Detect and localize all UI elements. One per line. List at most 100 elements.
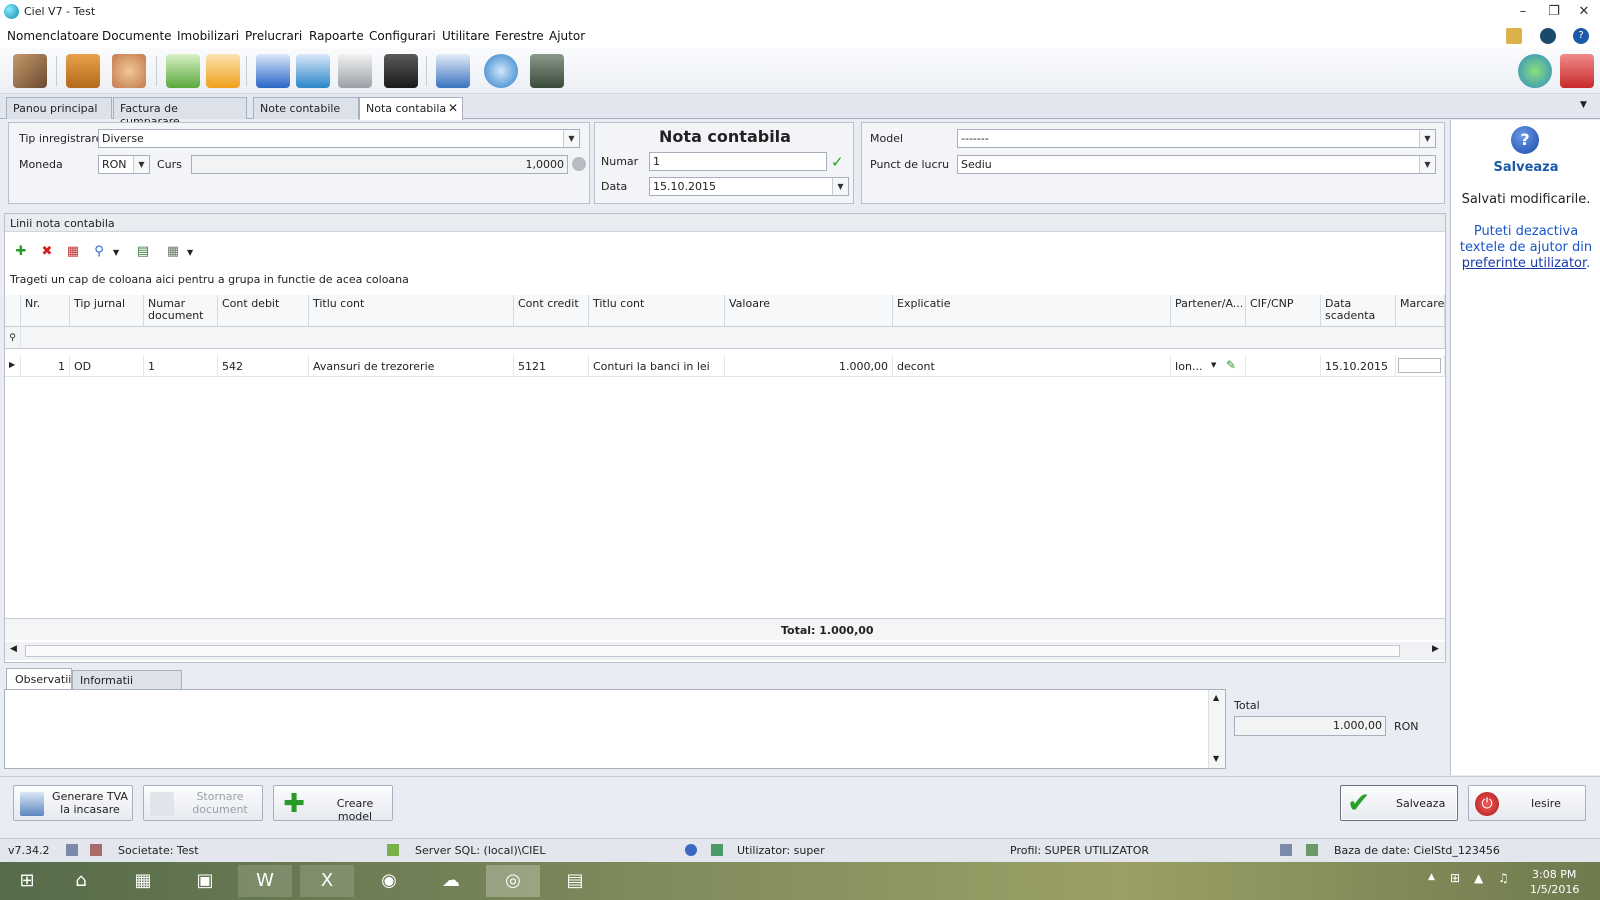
filter-icon[interactable]: ⚲ (5, 327, 21, 349)
edit-pencil-icon[interactable]: ✎ (1226, 358, 1236, 372)
volume-muted-icon[interactable]: ♫ (1498, 871, 1509, 885)
cell-cont-credit[interactable]: 5121 (514, 355, 589, 377)
cell-valoare[interactable]: 1.000,00 (725, 355, 893, 377)
sync-icon[interactable] (296, 54, 330, 88)
check-icon[interactable]: ✓ (831, 153, 844, 171)
users-icon[interactable] (112, 54, 146, 88)
tab-factura-cumparare[interactable]: Factura de cumparare (113, 97, 247, 128)
home-icon[interactable]: ⌂ (54, 865, 108, 897)
scroll-right-icon[interactable]: ▶ (1432, 644, 1439, 654)
add-row-icon[interactable]: ✚ (13, 244, 29, 260)
creare-model-button[interactable]: ✚ Creare model (273, 785, 393, 823)
delete-all-rows-icon[interactable]: ▦ (65, 244, 81, 260)
chevron-down-icon[interactable]: ▼ (187, 248, 193, 257)
cell-titlu-cont-debit[interactable]: Avansuri de trezorerie (309, 355, 514, 377)
cloud-app-icon[interactable]: ☁ (424, 865, 478, 897)
horizontal-scrollbar[interactable]: ◀ ▶ (5, 642, 1445, 660)
rate-info-icon[interactable] (572, 157, 586, 171)
excel-icon[interactable]: X (300, 865, 354, 897)
clock-time[interactable]: 3:08 PM (1532, 868, 1576, 881)
delete-row-icon[interactable]: ✖ (39, 244, 55, 260)
col-cont-debit[interactable]: Cont debit (218, 295, 309, 327)
save-button[interactable]: ✔ Salveaza (1340, 785, 1458, 821)
upload-icon[interactable] (256, 54, 290, 88)
cell-marcare[interactable] (1396, 355, 1445, 377)
tray-windows-icon[interactable]: ⊞ (1450, 871, 1460, 885)
punct-lucru-select[interactable]: Sediu ▼ (957, 155, 1436, 174)
menu-prelucrari[interactable]: Prelucrari (245, 29, 302, 43)
computer-icon[interactable]: ▣ (178, 865, 232, 897)
chevron-down-icon[interactable]: ▼ (113, 248, 119, 257)
col-titlu-cont-debit[interactable]: Titlu cont (309, 295, 514, 327)
preferinte-link[interactable]: preferinte utilizator (1462, 256, 1586, 271)
cell-data-scadenta[interactable]: 15.10.2015 (1321, 355, 1396, 377)
export-icon[interactable] (206, 54, 240, 88)
menu-rapoarte[interactable]: Rapoarte (309, 29, 364, 43)
col-numar-document[interactable]: Numar document (144, 295, 218, 327)
cash-register-icon[interactable] (338, 54, 372, 88)
chat-icon[interactable] (1518, 54, 1552, 88)
cell-titlu-cont-credit[interactable]: Conturi la banci in lei (589, 355, 725, 377)
scroll-left-icon[interactable]: ◀ (10, 644, 17, 654)
scroll-down-icon[interactable]: ▼ (1213, 754, 1219, 763)
clock-date[interactable]: 1/5/2016 (1530, 883, 1579, 896)
menu-ajutor[interactable]: Ajutor (549, 29, 585, 43)
cell-nr[interactable]: 1 (21, 355, 70, 377)
tip-inregistrare-select[interactable]: Diverse ▼ (98, 129, 580, 148)
tab-panou-principal[interactable]: Panou principal (6, 97, 112, 119)
generare-tva-button[interactable]: Generare TVA la incasare (13, 785, 133, 821)
cell-tip-jurnal[interactable]: OD (70, 355, 144, 377)
chevron-down-icon[interactable]: ▼ (1211, 361, 1216, 369)
tray-expand-icon[interactable]: ▲ (1428, 872, 1435, 882)
moneda-select[interactable]: RON ▼ (98, 155, 150, 174)
cell-cif-cnp[interactable] (1246, 355, 1321, 377)
tab-note-contabile[interactable]: Note contabile (253, 97, 359, 119)
col-titlu-cont-credit[interactable]: Titlu cont (589, 295, 725, 327)
vertical-scrollbar[interactable]: ▲ ▼ (1208, 690, 1225, 768)
menu-utilitare[interactable]: Utilitare (442, 29, 490, 43)
calculator-icon[interactable] (530, 54, 564, 88)
tab-close-icon[interactable]: ✕ (448, 101, 458, 115)
help-icon[interactable]: ? (1573, 28, 1589, 44)
menu-documente[interactable]: Documente (102, 29, 172, 43)
data-field[interactable]: 15.10.2015 ▼ (649, 177, 849, 196)
ciel-app-icon[interactable]: ◎ (486, 865, 540, 897)
tab-nota-contabila[interactable]: Nota contabila ✕ (359, 97, 463, 120)
menu-nomenclatoare[interactable]: Nomenclatoare (7, 29, 99, 43)
scroll-up-icon[interactable]: ▲ (1213, 693, 1219, 702)
restore-icon[interactable]: ❐ (1543, 3, 1565, 21)
col-tip-jurnal[interactable]: Tip jurnal (70, 295, 144, 327)
update-icon[interactable] (1540, 28, 1556, 44)
col-valoare[interactable]: Valoare (725, 295, 893, 327)
col-partener[interactable]: Partener/A... (1171, 295, 1246, 327)
chrome-icon[interactable]: ◉ (362, 865, 416, 897)
observatii-textarea[interactable]: ▲ ▼ (4, 689, 1226, 769)
exit-button[interactable]: ⏻ Iesire (1468, 785, 1586, 821)
search-rows-icon[interactable]: ⚲ (91, 244, 107, 260)
row-selector-icon[interactable]: ▶ (5, 355, 21, 377)
minimize-icon[interactable]: – (1512, 3, 1534, 21)
col-nr[interactable]: Nr. (21, 295, 70, 327)
col-explicatie[interactable]: Explicatie (893, 295, 1171, 327)
col-data-scadenta[interactable]: Data scadenta (1321, 295, 1396, 327)
search-icon[interactable] (484, 54, 518, 88)
menu-ferestre[interactable]: Ferestre (495, 29, 544, 43)
layout-icon[interactable]: ▦ (165, 244, 181, 260)
curs-field[interactable]: 1,0000 (191, 155, 568, 174)
cell-numar-document[interactable]: 1 (144, 355, 218, 377)
col-cif-cnp[interactable]: CIF/CNP (1246, 295, 1321, 327)
cell-explicatie[interactable]: decont (893, 355, 1171, 377)
col-cont-credit[interactable]: Cont credit (514, 295, 589, 327)
cell-partener[interactable]: Ion... ▼ ✎ (1171, 355, 1246, 377)
control-panel-icon[interactable]: ▦ (116, 865, 170, 897)
export-excel-icon[interactable]: ▤ (135, 244, 151, 260)
cell-cont-debit[interactable]: 542 (218, 355, 309, 377)
menu-imobilizari[interactable]: Imobilizari (177, 29, 239, 43)
tab-informatii-aditionale[interactable]: Informatii aditionale (72, 670, 182, 700)
numar-field[interactable]: 1 (649, 152, 827, 171)
col-marcare[interactable]: Marcare (1396, 295, 1445, 327)
model-select[interactable]: ------- ▼ (957, 129, 1436, 148)
filter-row[interactable] (21, 327, 1445, 349)
network-signal-icon[interactable]: ▲ (1474, 871, 1483, 885)
tab-observatii[interactable]: Observatii (6, 668, 72, 690)
